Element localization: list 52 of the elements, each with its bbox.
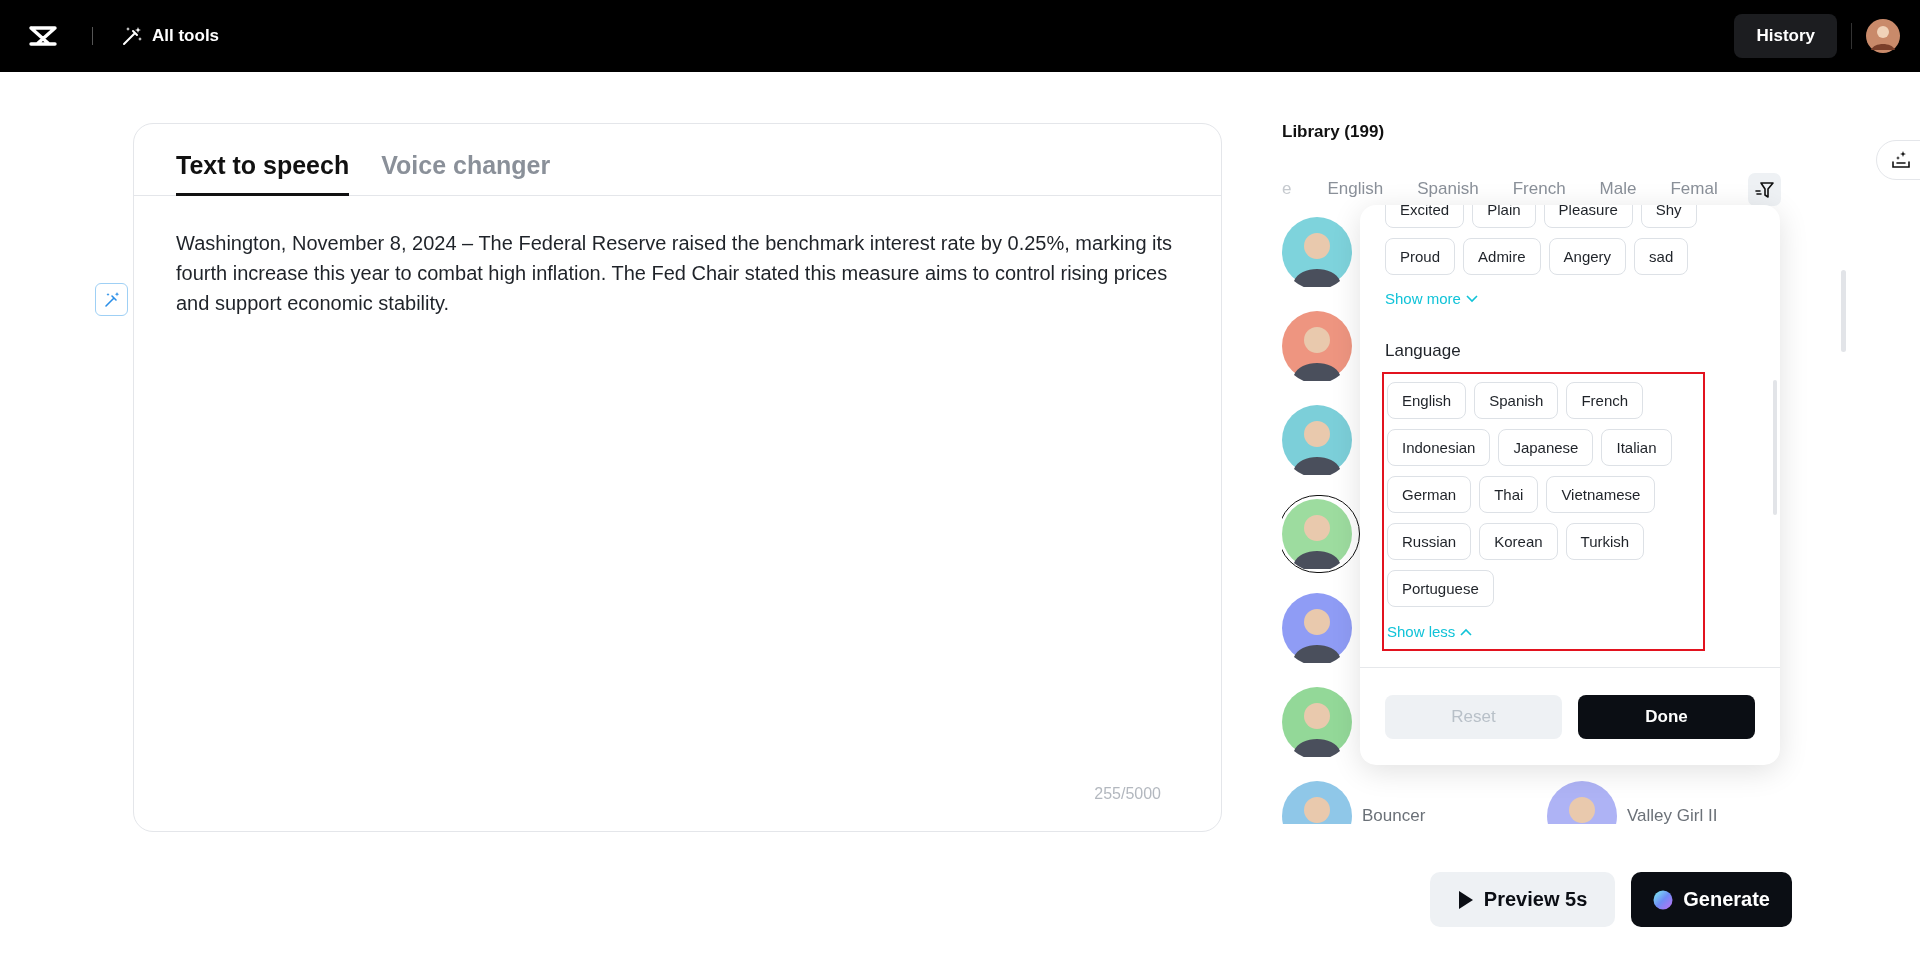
scrollbar[interactable] [1841,270,1846,352]
language-chip[interactable]: Portuguese [1387,570,1494,607]
filter-icon [1754,179,1775,200]
language-chip[interactable]: French [1566,382,1644,419]
language-chip[interactable]: Japanese [1498,429,1594,466]
preview-button[interactable]: Preview 5s [1429,872,1616,927]
library-title: Library (199) [1282,122,1386,143]
script-text[interactable]: Washington, November 8, 2024 – The Federal Reserve raised the benchmark interest rate by 0.25%, marking its fourth increase this year to combat high inflation. The Fed Chair stated this measure aims to control rising prices and support economic stability. [134,196,1221,785]
history-button[interactable]: History [1734,14,1837,58]
logo-icon[interactable] [28,24,58,48]
chevron-icon [1460,627,1473,636]
emotion-chip[interactable]: sad [1634,238,1689,275]
voice-name: Valley Girl II [1627,806,1718,824]
chevron-icon [1465,294,1478,303]
language-chip[interactable]: English [1387,382,1467,419]
emotion-chip[interactable]: Excited [1385,205,1465,228]
sparkle-icon [1891,150,1911,170]
done-button[interactable]: Done [1578,694,1755,739]
play-icon [1457,889,1474,910]
voice-name: Bouncer [1362,806,1426,824]
language-chip[interactable]: Italian [1601,429,1672,466]
user-avatar[interactable] [1866,19,1900,53]
emotion-chip[interactable]: Pleasure [1543,205,1633,228]
voice-avatar[interactable] [1282,687,1352,757]
voice-avatar[interactable] [1282,593,1352,663]
voice-avatar[interactable] [1282,405,1352,475]
magic-wand-icon [102,290,121,309]
emotion-chip[interactable]: Plain [1472,205,1536,228]
character-counter: 255/5000 [1094,785,1161,803]
filter-button[interactable] [1748,173,1781,206]
emotion-chip[interactable]: Proud [1385,238,1456,275]
voice-avatar[interactable] [1282,217,1352,287]
tab[interactable]: Text to speech [176,151,350,196]
emotion-chip[interactable]: Angery [1548,238,1627,275]
language-chip[interactable]: Korean [1479,523,1558,560]
magic-wand-icon [121,25,143,47]
side-tool-button[interactable] [1876,140,1920,180]
emotion-chip[interactable]: Shy [1640,205,1697,228]
language-chip[interactable]: German [1387,476,1472,513]
section-title: Language [1385,341,1462,361]
voice-avatar[interactable] [1282,499,1352,569]
all-tools-button[interactable]: All tools [121,25,220,47]
generate-button[interactable]: Generate [1631,872,1792,927]
language-chip[interactable]: Spanish [1474,382,1559,419]
language-chip[interactable]: Turkish [1565,523,1645,560]
language-chip[interactable]: Indonesian [1387,429,1491,466]
voice-avatar[interactable] [1282,311,1352,381]
language-chip[interactable]: Russian [1387,523,1472,560]
language-chip[interactable]: Vietnamese [1546,476,1656,513]
orb-icon [1653,889,1674,910]
emotion-chip[interactable]: Admire [1463,238,1541,275]
language-chip[interactable]: Thai [1479,476,1539,513]
